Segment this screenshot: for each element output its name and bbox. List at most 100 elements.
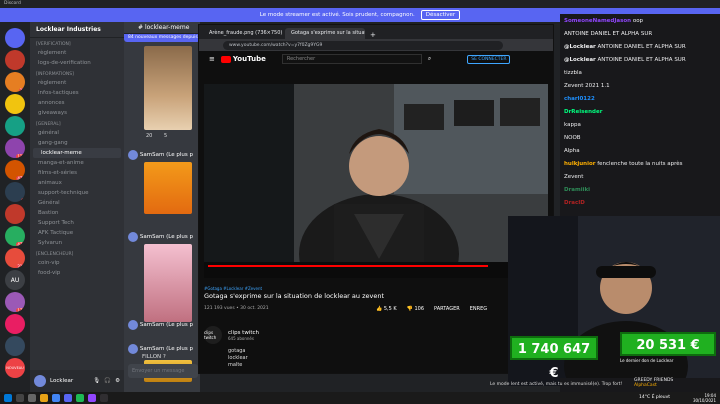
headset-icon[interactable]: 🎧 [104, 378, 111, 384]
chrome-icon[interactable] [52, 394, 60, 402]
channel-item[interactable]: manga-et-anime [30, 158, 124, 168]
channel-item[interactable]: animaux [30, 178, 124, 188]
channel-category[interactable]: [GENERAL] [30, 118, 124, 128]
channel-item[interactable]: AFK Tactique [30, 228, 124, 238]
explorer-icon[interactable] [40, 394, 48, 402]
avatar[interactable] [34, 375, 46, 387]
server-icon[interactable]: 470 [5, 160, 25, 180]
guild-name[interactable]: Locklear Industries [30, 22, 124, 38]
server-icon[interactable] [5, 28, 25, 48]
sign-in-button[interactable]: SE CONNECTER [467, 54, 511, 64]
avatar[interactable] [128, 150, 138, 160]
channel-category[interactable]: [VERIFICATION] [30, 38, 124, 48]
new-tab-icon[interactable]: + [367, 31, 379, 39]
channel-item[interactable]: Bastion [30, 208, 124, 218]
avatar[interactable] [128, 232, 138, 242]
donation-caption: Le dernier don de Locklear [620, 358, 674, 363]
message-author[interactable]: SamSam (Le plus p [140, 322, 193, 328]
twitch-icon[interactable] [88, 394, 96, 402]
search-icon[interactable]: ⌕ [428, 55, 431, 63]
dislike-button[interactable]: 👎 106 [407, 306, 424, 312]
chat-username[interactable]: charl0122 [564, 96, 595, 102]
server-icon[interactable] [5, 94, 25, 114]
server-icon[interactable] [5, 314, 25, 334]
chat-username[interactable]: Dramiiki [564, 187, 590, 193]
new-messages-bar[interactable]: 84 nouveaux messages depuis [124, 34, 200, 42]
channel-item[interactable]: règlement [30, 78, 124, 88]
channel-item[interactable]: Support Tech [30, 218, 124, 228]
gear-icon[interactable]: ⚙ [115, 378, 120, 384]
url-field[interactable]: www.youtube.com/watch?v=y7f0Zg9YG9 [223, 40, 503, 50]
avatar[interactable] [128, 344, 138, 354]
discord-icon[interactable] [64, 394, 72, 402]
channel-item[interactable]: infos-tactiques [30, 88, 124, 98]
server-icon[interactable]: 5 [5, 50, 25, 70]
meme-image[interactable] [144, 162, 192, 214]
disable-streamer-button[interactable]: Désactiver [420, 10, 461, 20]
reaction-count[interactable]: 5 [164, 133, 167, 139]
spotify-icon[interactable] [76, 394, 84, 402]
menu-icon[interactable]: ≡ [209, 55, 215, 63]
start-icon[interactable] [4, 394, 12, 402]
tab-youtube[interactable]: Gotaga s'exprime sur la situation de [285, 28, 365, 39]
channel-item[interactable]: Général [30, 198, 124, 208]
channel-item[interactable]: coin-vip [30, 258, 124, 268]
channel-item[interactable]: locklear-meme [33, 148, 121, 158]
clock[interactable]: 19:04 30/10/2021 [693, 393, 716, 403]
message-author[interactable]: SamSam (Le plus p [140, 234, 193, 240]
channel-item[interactable]: food-vip [30, 268, 124, 278]
server-icon[interactable]: 124 [5, 138, 25, 158]
save-button[interactable]: ENREG [470, 306, 487, 312]
chat-username[interactable]: @Locklear [564, 57, 596, 63]
video-player[interactable] [204, 84, 548, 278]
server-icon[interactable] [5, 336, 25, 356]
channel-item[interactable]: annonces [30, 98, 124, 108]
server-icon[interactable]: AU [5, 270, 25, 290]
channel-category[interactable]: [INFORMATIONS] [30, 68, 124, 78]
chat-username[interactable]: DrReisender [564, 109, 602, 115]
message-input[interactable]: Envoyer un message [128, 364, 198, 378]
server-icon[interactable]: 2 [5, 204, 25, 224]
message-author[interactable]: SamSam (Le plus p [140, 152, 193, 158]
message-author[interactable]: SamSam (Le plus p [140, 346, 193, 352]
server-icon[interactable]: 8 [5, 182, 25, 202]
like-button[interactable]: 👍 5,5 K [376, 306, 397, 312]
channel-item[interactable]: gang-gang [30, 138, 124, 148]
channel-item[interactable]: giveaways [30, 108, 124, 118]
address-bar: www.youtube.com/watch?v=y7f0Zg9YG9 [199, 39, 553, 51]
chat-username[interactable]: hulkjunior [564, 161, 595, 167]
channel-item[interactable]: films-et-séries [30, 168, 124, 178]
server-icon[interactable] [5, 116, 25, 136]
obs-icon[interactable] [100, 394, 108, 402]
search-input[interactable]: Rechercher [281, 54, 422, 64]
server-icon[interactable]: 172 [5, 292, 25, 312]
server-icon[interactable]: 472 [5, 226, 25, 246]
greedy-user[interactable]: AlphaCast [634, 383, 720, 388]
server-icon[interactable]: 10 [5, 72, 25, 92]
taskview-icon[interactable] [28, 394, 36, 402]
channel-item[interactable]: Sylvarun [30, 238, 124, 248]
mic-icon[interactable]: 🎙 [93, 378, 100, 384]
search-icon[interactable] [16, 394, 24, 402]
channel-avatar[interactable]: clips twitch [204, 326, 222, 344]
channel-name[interactable]: clips twitch [228, 330, 259, 336]
channel-item[interactable]: support-technique [30, 188, 124, 198]
tab-image[interactable]: Arène_fraude.png (736×750) [203, 28, 283, 39]
chat-username[interactable]: @Locklear [564, 44, 596, 50]
meme-image[interactable] [144, 244, 192, 322]
reaction-count[interactable]: 20 [146, 133, 152, 139]
channel-item[interactable]: général [30, 128, 124, 138]
weather-tray[interactable]: 14°C É pleuvt [639, 395, 670, 400]
channel-item[interactable]: logs-de-verification [30, 58, 124, 68]
server-icon[interactable]: NOUVEAU [5, 358, 25, 378]
video-tags[interactable]: #Gotaga #Locklear #Zevent [204, 286, 262, 291]
channel-category[interactable]: [ENCLENCHEUR] [30, 248, 124, 258]
chat-username[interactable]: DracID [564, 200, 585, 206]
chat-username[interactable]: SomeoneNamedJason [564, 18, 631, 24]
channel-item[interactable]: règlement [30, 48, 124, 58]
share-button[interactable]: PARTAGER [434, 306, 460, 312]
youtube-logo[interactable]: YouTube [220, 55, 266, 63]
avatar[interactable] [128, 320, 138, 330]
meme-image[interactable] [144, 46, 192, 130]
server-icon[interactable]: 212 [5, 248, 25, 268]
